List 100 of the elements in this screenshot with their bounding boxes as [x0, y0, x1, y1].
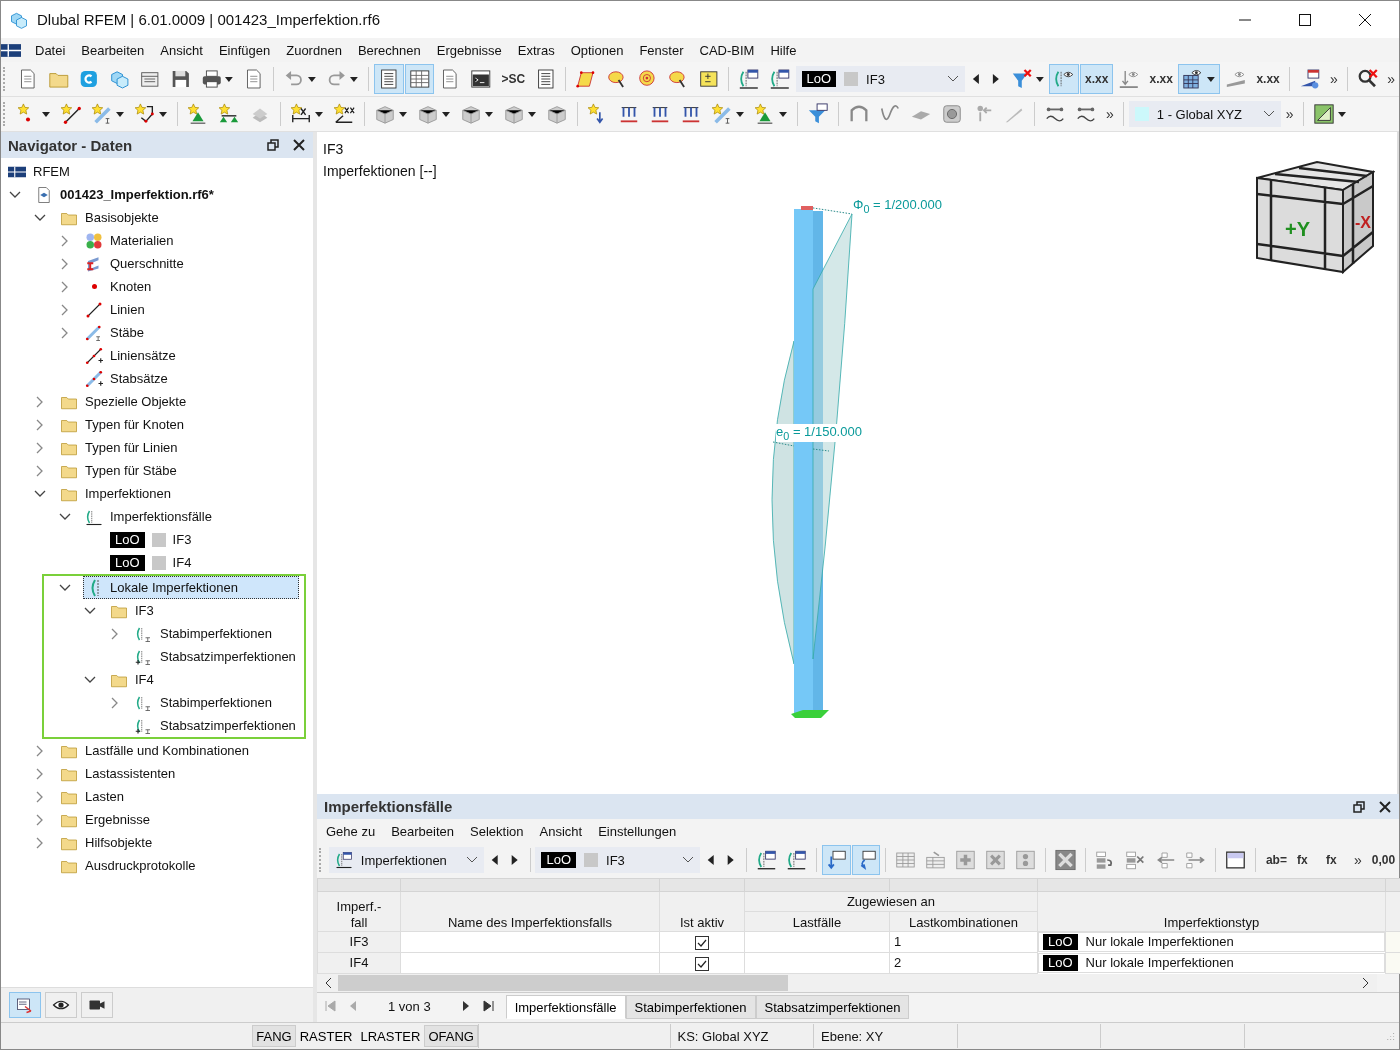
overflow-button[interactable]: » [1383, 71, 1399, 87]
menu-item[interactable]: Gehe zu [318, 824, 384, 839]
tree-item[interactable]: Stäbe [83, 321, 149, 344]
dropdown-caret-icon[interactable] [484, 110, 494, 118]
scroll-left-icon[interactable] [325, 977, 332, 989]
next-page-icon[interactable] [460, 1000, 471, 1012]
overflow-button[interactable]: » [1102, 106, 1118, 122]
case-dropdown[interactable]: LoO IF3 [535, 847, 700, 873]
load-eye-icon[interactable] [1117, 68, 1140, 90]
tab[interactable]: Stabsatzimperfektionen [755, 995, 910, 1019]
window-icon[interactable] [1224, 849, 1246, 871]
value-button[interactable]: fx [1320, 845, 1349, 875]
filter-icon[interactable] [807, 103, 829, 125]
dropdown-caret-icon[interactable] [441, 110, 451, 118]
navigator-tab[interactable] [45, 992, 77, 1018]
value-button[interactable]: x.xx [1144, 64, 1178, 94]
value-button[interactable]: fx [1291, 845, 1320, 875]
category-dropdown[interactable]: Imperfektionen [328, 847, 484, 873]
dropdown-caret-icon[interactable] [1034, 75, 1045, 83]
filter-icon[interactable] [1011, 68, 1033, 90]
dropdown-caret-icon[interactable] [307, 75, 317, 83]
tree-item[interactable]: Linien [83, 298, 150, 321]
menu-item[interactable]: Ergebnisse [428, 42, 510, 58]
tree-item[interactable]: Stabimperfektionen [133, 691, 277, 714]
tree-item[interactable]: Ergebnisse [58, 808, 156, 831]
dropdown-caret-icon[interactable] [527, 110, 537, 118]
search-icon[interactable] [1356, 68, 1379, 90]
tree-item[interactable]: LoO IF3 [108, 528, 197, 551]
menu-item[interactable]: Bearbeiten [73, 42, 153, 58]
value-button[interactable]: x.xx [1080, 64, 1113, 94]
tree-item[interactable]: IF4 [108, 668, 159, 691]
tab[interactable]: Imperfektionsfälle [505, 995, 626, 1019]
new-polyline-icon[interactable] [134, 103, 156, 125]
resize-grip-icon[interactable] [1387, 1030, 1396, 1042]
value-button[interactable]: ab= [1260, 845, 1291, 875]
tree-item[interactable]: Typen für Stäbe [58, 459, 182, 482]
last-page-icon[interactable] [482, 1000, 494, 1012]
tree-item[interactable]: Lasten [58, 785, 130, 808]
tab[interactable]: Stabimperfektionen [625, 995, 756, 1019]
value-button[interactable]: >SC [496, 64, 530, 94]
tree-item[interactable]: Stabimperfektionen [133, 622, 277, 645]
tree-item[interactable]: Stabsatzimperfektionen [133, 714, 301, 737]
maximize-icon[interactable] [1298, 13, 1312, 26]
dimension-icon[interactable] [290, 103, 312, 125]
tree-item[interactable]: RFEM [6, 160, 75, 183]
dropdown-caret-icon[interactable] [41, 110, 51, 118]
dropdown-caret-icon[interactable] [1336, 110, 1347, 118]
menu-item[interactable]: Fenster [631, 42, 692, 58]
status-toggle[interactable]: LRASTER [356, 1025, 425, 1047]
tree-item[interactable]: Lastassistenten [58, 762, 181, 785]
panel-arrow-icon[interactable] [825, 849, 847, 871]
solid-icon[interactable] [503, 103, 525, 125]
scroll-right-icon[interactable] [1362, 977, 1369, 989]
solid-icon[interactable] [417, 103, 439, 125]
tree-item[interactable]: Imperfektionsfälle [83, 505, 217, 528]
tree-item[interactable]: IF3 [108, 599, 159, 622]
status-toggle[interactable]: RASTER [295, 1025, 357, 1047]
tree-item[interactable]: 001423_Imperfektion.rf6* [33, 183, 219, 206]
tree-item[interactable]: Spezielle Objekte [58, 390, 192, 413]
menu-item[interactable]: Optionen [562, 42, 632, 58]
dropdown-caret-icon[interactable] [314, 110, 324, 118]
dropdown-caret-icon[interactable] [349, 75, 360, 83]
new-line-icon[interactable] [60, 103, 82, 125]
dropdown-caret-icon[interactable] [735, 110, 745, 118]
scroll-thumb[interactable] [338, 975, 788, 991]
chevron-down-icon[interactable] [946, 75, 959, 83]
new-hinge-icon[interactable] [218, 103, 240, 125]
table-column-icon[interactable] [1015, 849, 1037, 871]
tree-item[interactable]: Basisobjekte [58, 206, 164, 229]
tree-item[interactable]: Knoten [83, 275, 157, 298]
chevron-down-icon[interactable] [1262, 110, 1275, 118]
close-icon[interactable] [1379, 800, 1391, 813]
menu-item[interactable]: Datei [27, 42, 74, 58]
polygon-select-icon[interactable] [575, 68, 597, 90]
menu-item[interactable]: Extras [509, 42, 563, 58]
solid-icon[interactable] [374, 103, 396, 125]
menu-item[interactable]: Zuordnen [278, 42, 350, 58]
tree-item[interactable]: Stabsätze [83, 367, 173, 390]
move-right-icon[interactable] [1185, 849, 1206, 871]
close-icon[interactable] [293, 139, 305, 151]
grid-eye-icon[interactable] [1182, 68, 1204, 90]
menu-item[interactable]: Ansicht [531, 824, 591, 839]
dropdown-caret-icon[interactable] [1206, 75, 1216, 83]
ruler-icon[interactable] [1312, 103, 1335, 125]
tree-item[interactable]: LoO IF4 [108, 551, 197, 574]
overflow-button[interactable]: » [1349, 852, 1366, 868]
imperfection-icon[interactable] [738, 68, 760, 90]
tree-item[interactable]: Imperfektionen [58, 482, 176, 505]
overflow-button[interactable]: » [1325, 71, 1342, 87]
tree-item[interactable]: Ausdruckprotokolle [58, 854, 201, 877]
tree-item[interactable]: Hilfsobjekte [58, 831, 158, 854]
menu-item[interactable]: Einstellungen [590, 824, 685, 839]
delete-icon[interactable] [1055, 849, 1077, 871]
dropdown-caret-icon[interactable] [224, 75, 234, 83]
navigator-tab[interactable] [81, 992, 113, 1018]
overflow-button[interactable]: » [1281, 106, 1298, 122]
restore-icon[interactable] [267, 139, 279, 151]
checkbox[interactable] [695, 956, 709, 971]
imperfection-icon[interactable] [768, 68, 791, 90]
dropdown-caret-icon[interactable] [158, 110, 168, 118]
